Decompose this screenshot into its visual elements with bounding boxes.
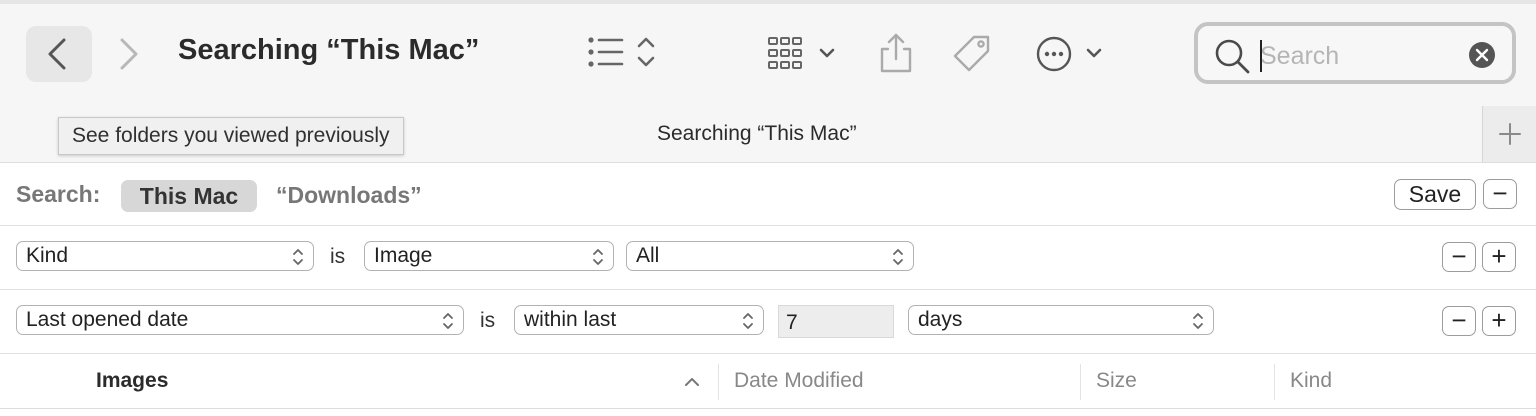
column-header-images[interactable]: Images (96, 369, 168, 393)
column-header-date-modified[interactable]: Date Modified (734, 369, 864, 393)
clear-circle-icon (1469, 42, 1495, 68)
criterion-subvalue-popup[interactable]: All (626, 241, 914, 271)
column-divider[interactable] (718, 364, 719, 400)
scope-this-mac-button[interactable]: This Mac (121, 180, 257, 212)
forward-button[interactable] (110, 30, 146, 78)
criterion-value-popup[interactable]: Image (364, 241, 614, 271)
add-criterion-button[interactable]: + (1482, 306, 1516, 336)
criterion-value-popup[interactable]: within last (514, 305, 764, 335)
tag-icon (953, 35, 990, 72)
save-search-button[interactable]: Save (1394, 179, 1476, 210)
row-divider (0, 225, 1536, 226)
new-tab-button[interactable] (1482, 106, 1536, 162)
criterion-attribute-value: Last opened date (26, 308, 189, 331)
ellipsis-circle-icon (1036, 36, 1102, 72)
scope-downloads-button[interactable]: “Downloads” (276, 182, 422, 209)
column-header-kind[interactable]: Kind (1290, 369, 1332, 393)
up-down-arrows-icon (1193, 313, 1203, 329)
remove-criterion-button[interactable]: − (1442, 242, 1476, 272)
window-title: Searching “This Mac” (178, 34, 480, 66)
share-button[interactable] (876, 30, 916, 81)
remove-criterion-button[interactable]: − (1442, 306, 1476, 336)
column-divider[interactable] (1080, 364, 1081, 400)
tab-searching-this-mac[interactable]: Searching “This Mac” (657, 122, 857, 146)
criterion-value: Image (374, 244, 433, 267)
sort-ascending-icon (682, 374, 702, 393)
criterion-subvalue: All (636, 244, 660, 267)
up-down-arrows-icon (593, 249, 603, 265)
criterion-operator-label: is (330, 245, 346, 268)
chevron-left-icon (48, 38, 66, 70)
up-down-arrows-icon (293, 249, 303, 265)
text-caret (1260, 40, 1262, 72)
criterion-operator-label: is (480, 309, 496, 332)
criterion-attribute-popup[interactable]: Last opened date (16, 305, 464, 335)
plus-icon (1499, 123, 1521, 145)
chevron-right-icon (120, 38, 138, 70)
days-count-field[interactable]: 7 (778, 305, 894, 338)
up-down-arrows-icon (743, 313, 753, 329)
search-input[interactable]: Search (1260, 42, 1339, 71)
back-button[interactable] (26, 26, 92, 82)
tag-button[interactable] (950, 32, 994, 81)
criterion-unit: days (918, 308, 963, 331)
more-actions-button[interactable] (1036, 34, 1106, 79)
back-button-tooltip: See folders you viewed previously (58, 117, 404, 155)
criterion-value: within last (524, 308, 617, 331)
magnifier-icon (1212, 36, 1252, 81)
criterion-attribute-value: Kind (26, 244, 69, 267)
up-down-arrows-icon (893, 249, 903, 265)
clear-search-button[interactable] (1468, 41, 1496, 74)
criterion-attribute-popup[interactable]: Kind (16, 241, 314, 271)
grid-view-icon (768, 37, 835, 69)
up-down-arrows-icon (443, 313, 453, 329)
group-button[interactable] (766, 34, 842, 79)
share-icon (880, 33, 912, 73)
column-header-size[interactable]: Size (1096, 369, 1137, 393)
column-divider[interactable] (1274, 364, 1275, 400)
view-options-button[interactable] (584, 32, 668, 81)
list-view-icon (588, 37, 655, 67)
add-criterion-button[interactable]: + (1482, 242, 1516, 272)
criterion-unit-popup[interactable]: days (908, 305, 1214, 335)
remove-search-button[interactable]: − (1483, 179, 1517, 209)
header-bottom-border (0, 408, 1536, 409)
row-divider (0, 289, 1536, 290)
search-scope-label: Search: (16, 181, 101, 207)
